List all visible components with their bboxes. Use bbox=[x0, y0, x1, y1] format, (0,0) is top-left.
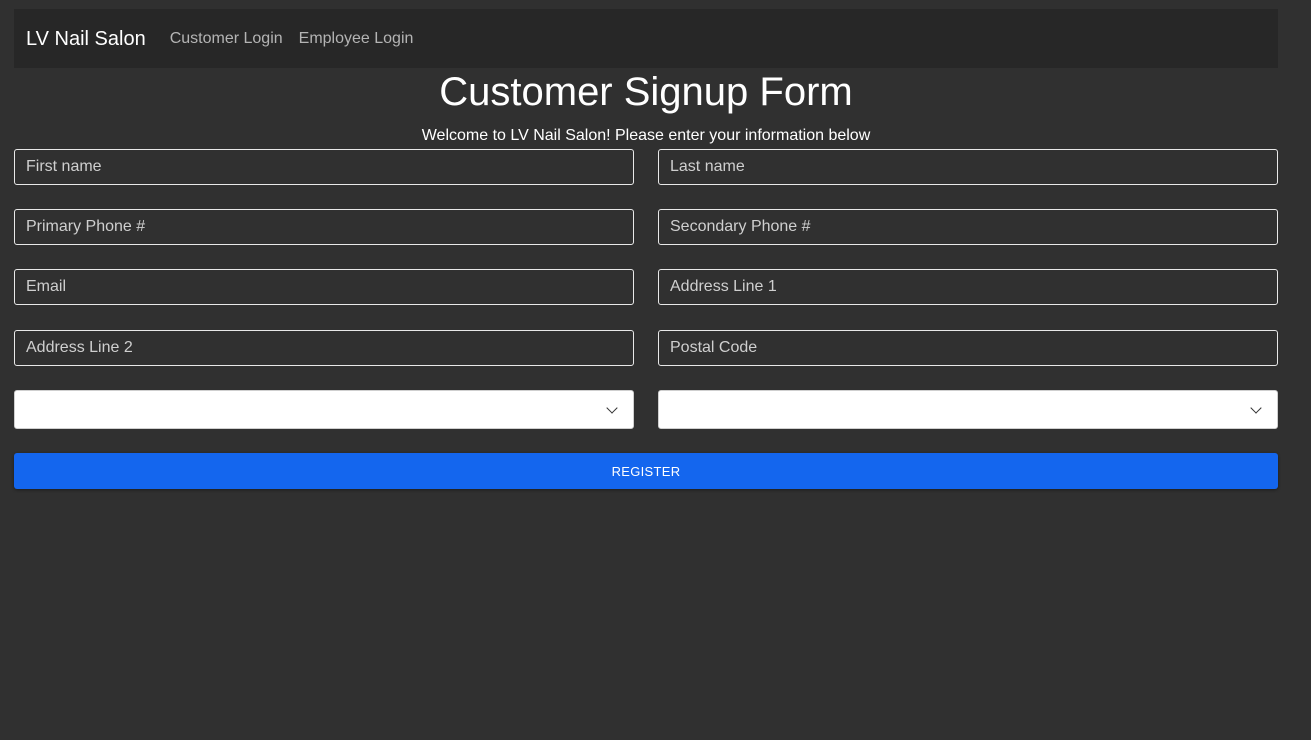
right-select[interactable] bbox=[658, 390, 1278, 429]
last-name-input[interactable] bbox=[658, 149, 1278, 185]
page-title: Customer Signup Form bbox=[439, 70, 853, 114]
address-line-2-input[interactable] bbox=[14, 330, 634, 366]
chevron-down-icon bbox=[1250, 402, 1262, 414]
first-name-input[interactable] bbox=[14, 149, 634, 185]
email-input[interactable] bbox=[14, 269, 634, 305]
secondary-phone-input[interactable] bbox=[658, 209, 1278, 245]
page-subtitle: Welcome to LV Nail Salon! Please enter y… bbox=[421, 127, 871, 144]
nav-link-employee-login[interactable]: Employee Login bbox=[299, 30, 414, 48]
left-select[interactable] bbox=[14, 390, 634, 429]
primary-phone-input[interactable] bbox=[14, 209, 634, 245]
brand-link[interactable]: LV Nail Salon bbox=[26, 29, 146, 49]
chevron-down-icon bbox=[606, 402, 618, 414]
address-line-1-input[interactable] bbox=[658, 269, 1278, 305]
navbar: LV Nail Salon Customer Login Employee Lo… bbox=[14, 9, 1278, 68]
nav-link-customer-login[interactable]: Customer Login bbox=[170, 30, 283, 48]
postal-code-input[interactable] bbox=[658, 330, 1278, 366]
register-button[interactable]: REGISTER bbox=[14, 453, 1278, 489]
